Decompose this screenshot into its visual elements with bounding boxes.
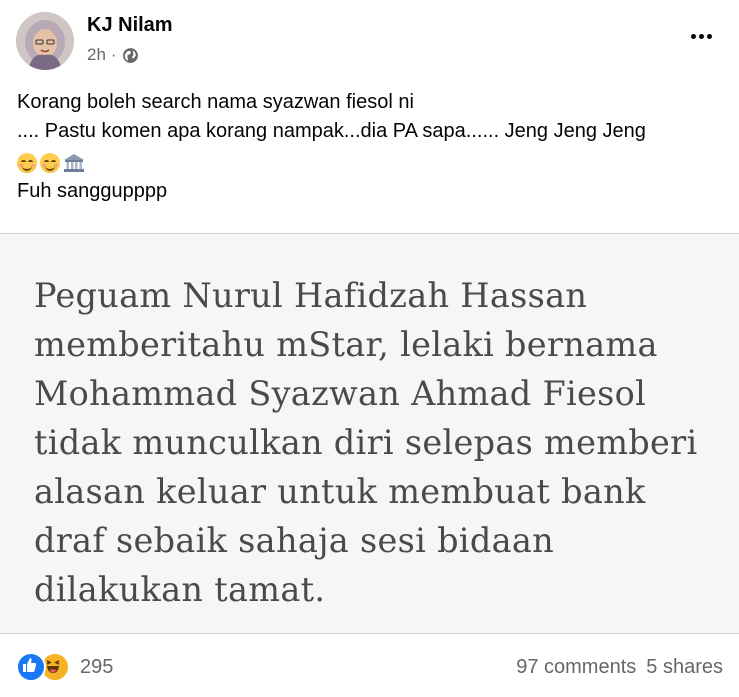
author-name[interactable]: KJ Nilam — [87, 14, 173, 37]
post-text-line: Fuh sanggupppp — [17, 180, 168, 202]
reaction-summary[interactable]: 295 — [16, 652, 113, 682]
image-text-line: memberitahu mStar, lelaki bernama — [34, 325, 658, 364]
post-image-text: Peguam Nurul Hafidzah Hassan memberitahu… — [34, 271, 714, 614]
engagement-counts: 97 comments 5 shares — [516, 656, 723, 679]
image-text-line: draf sebaik sahaja sesi bidaan — [34, 521, 554, 560]
image-text-line: tidak munculkan diri selepas memberi — [34, 423, 698, 462]
more-options-icon[interactable] — [685, 24, 717, 48]
image-text-line: alasan keluar untuk membuat bank — [34, 472, 646, 511]
shares-count[interactable]: 5 shares — [646, 656, 723, 679]
image-text-line: dilakukan tamat. — [34, 570, 326, 609]
smiling-face-icon — [17, 153, 37, 173]
image-text-line: Mohammad Syazwan Ahmad Fiesol — [34, 374, 647, 413]
globe-icon[interactable] — [122, 47, 139, 64]
post-text: Korang boleh search nama syazwan fiesol … — [17, 88, 722, 206]
post-time[interactable]: 2h — [87, 45, 106, 65]
meta-separator: · — [110, 45, 117, 64]
post-footer: 295 97 comments 5 shares — [16, 648, 723, 688]
avatar[interactable] — [16, 12, 74, 70]
post-meta: 2h · — [87, 45, 139, 65]
image-text-line: Peguam Nurul Hafidzah Hassan — [34, 276, 588, 315]
post-header: KJ Nilam 2h · — [16, 12, 723, 72]
bank-icon — [64, 154, 84, 172]
post-text-line: .... Pastu komen apa korang nampak...dia… — [17, 120, 646, 142]
smiling-face-icon — [40, 153, 60, 173]
avatar-image — [16, 12, 74, 70]
post-text-line: Korang boleh search nama syazwan fiesol … — [17, 91, 414, 113]
like-icon — [16, 652, 46, 682]
comments-count[interactable]: 97 comments — [516, 656, 636, 679]
reaction-count[interactable]: 295 — [80, 656, 113, 679]
emoji-row — [17, 149, 722, 177]
divider — [0, 633, 739, 634]
